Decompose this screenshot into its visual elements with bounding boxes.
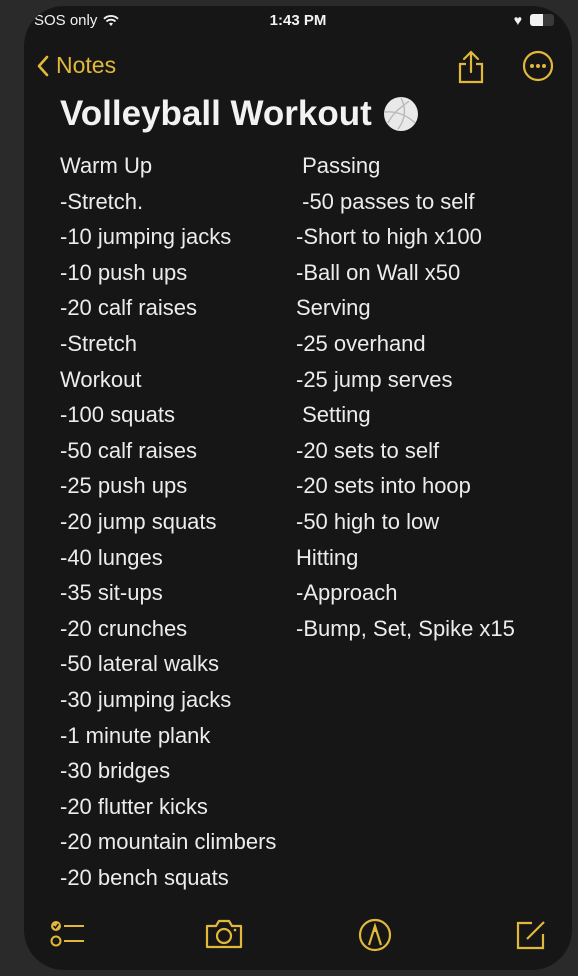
note-line[interactable]: -50 passes to self [296,184,515,220]
note-line[interactable]: -Bump, Set, Spike x15 [296,611,515,647]
note-line[interactable]: -50 calf raises [60,433,276,469]
ellipsis-circle-icon [522,50,554,82]
note-body-right-column[interactable]: Passing -50 passes to self -Short to high… [296,148,515,646]
note-line[interactable]: -25 push ups [60,468,276,504]
note-line[interactable]: -20 mountain climbers [60,824,276,860]
note-line[interactable]: -Stretch. [60,184,276,220]
nav-bar: Notes [24,50,572,90]
note-line[interactable]: -20 crunches [60,611,276,647]
note-title-row[interactable]: Volleyball Workout [60,94,418,134]
note-line[interactable]: -20 sets to self [296,433,515,469]
note-line[interactable]: Hitting [296,540,515,576]
note-line[interactable]: -20 calf raises [60,290,276,326]
note-line[interactable]: -20 sets into hoop [296,468,515,504]
note-line[interactable]: Workout [60,362,276,398]
note-line[interactable]: Serving [296,290,515,326]
status-bar: SOS only 1:43 PM ♥ [24,6,572,40]
share-button[interactable] [456,50,486,89]
camera-button[interactable] [204,918,244,955]
compose-icon [516,921,545,950]
note-line[interactable]: -30 bridges [60,753,276,789]
checklist-icon [50,921,84,947]
note-line[interactable]: -50 lateral walks [60,646,276,682]
share-icon [458,50,484,84]
compose-button[interactable] [514,918,548,957]
markup-button[interactable] [358,918,392,957]
note-line[interactable]: -10 push ups [60,255,276,291]
note-line[interactable]: -20 bench squats [60,860,276,896]
more-button[interactable] [522,50,554,89]
markup-icon [358,918,392,952]
checklist-button[interactable] [50,918,86,955]
heart-icon: ♥ [513,12,522,28]
note-line[interactable]: -100 squats [60,397,276,433]
back-button[interactable]: Notes [36,52,116,79]
note-line[interactable]: -20 flutter kicks [60,789,276,825]
note-body-left-column[interactable]: Warm Up -Stretch. -10 jumping jacks -10 pus… [60,148,276,895]
note-line[interactable]: Passing [296,148,515,184]
note-line[interactable]: -Stretch [60,326,276,362]
note-line[interactable]: -1 minute plank [60,718,276,754]
chevron-left-icon [37,55,49,76]
note-line[interactable]: -Short to high x100 [296,219,515,255]
battery-icon [530,14,554,26]
note-line[interactable]: -25 jump serves [296,362,515,398]
camera-icon [205,919,243,949]
back-label: Notes [56,52,117,78]
note-line[interactable]: -20 jump squats [60,504,276,540]
clock: 1:43 PM [269,12,327,29]
note-line[interactable]: -Ball on Wall x50 [296,255,515,291]
note-line[interactable]: -Approach [296,575,515,611]
note-line[interactable]: -50 high to low [296,504,515,540]
note-line[interactable]: -35 sit-ups [60,575,276,611]
note-line[interactable]: -40 lunges [60,540,276,576]
note-line[interactable]: -25 overhand [296,326,515,362]
note-line[interactable]: Warm Up [60,148,276,184]
note-title[interactable]: Volleyball Workout [60,94,372,134]
note-line[interactable]: -30 jumping jacks [60,682,276,718]
volleyball-icon [383,97,418,131]
notes-app-screen: SOS only 1:43 PM ♥ Notes Volleyball Work… [24,6,572,970]
note-line[interactable]: Setting [296,397,515,433]
battery-fill [530,14,544,26]
bottom-toolbar [24,900,572,970]
note-line[interactable]: -10 jumping jacks [60,219,276,255]
